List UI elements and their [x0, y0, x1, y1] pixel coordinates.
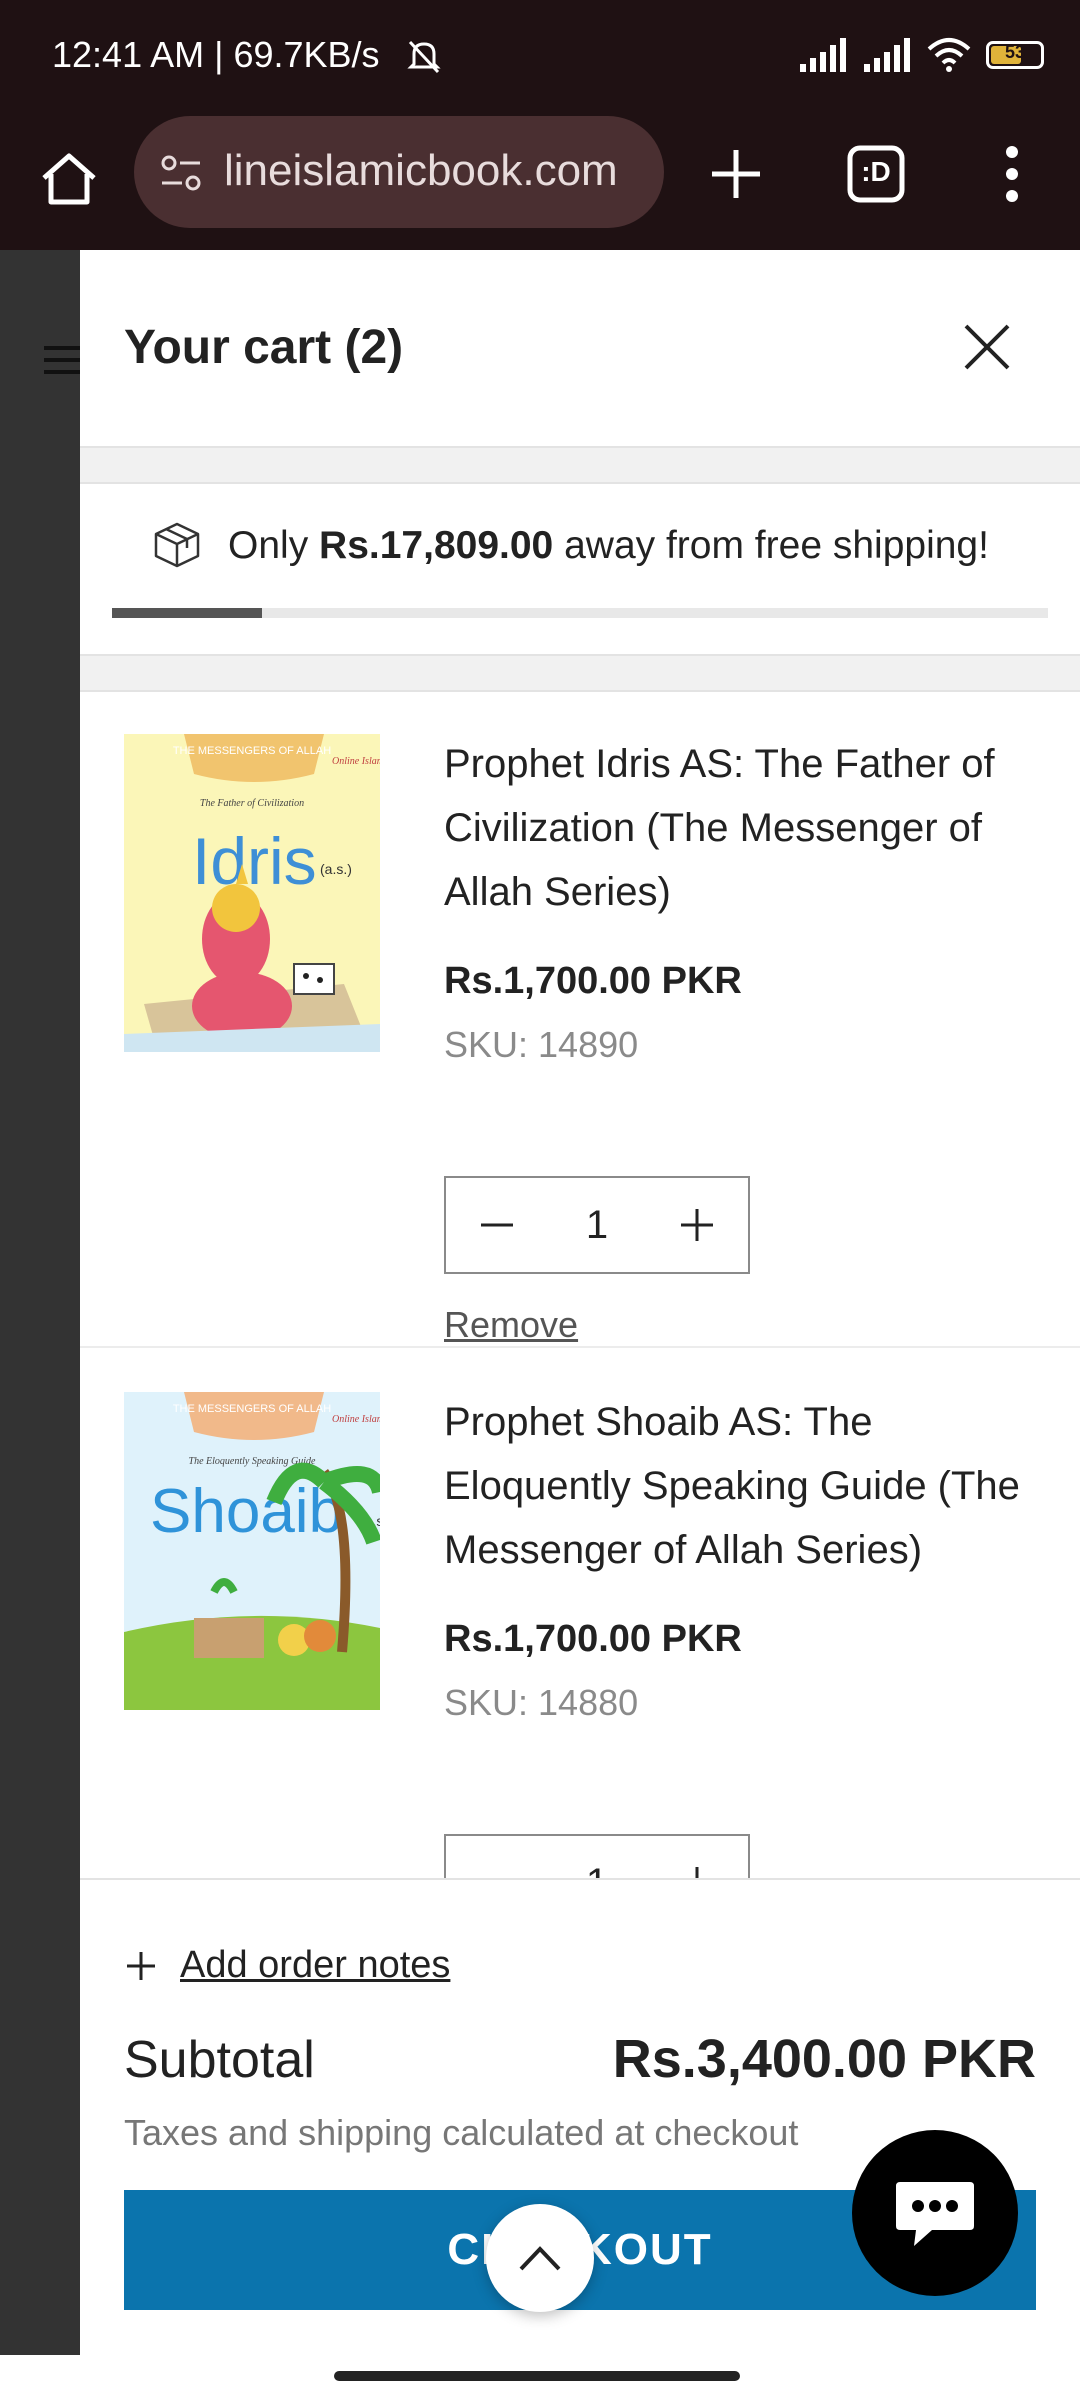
cover-series-text: THE MESSENGERS OF ALLAH — [173, 745, 331, 757]
shipping-suffix: away from free shipping! — [564, 524, 989, 567]
home-indicator[interactable] — [334, 2371, 740, 2381]
cart-item: THE MESSENGERS OF ALLAH The Father of Ci… — [80, 690, 1080, 1348]
site-info-icon[interactable] — [158, 150, 204, 196]
quantity-decrease-button[interactable] — [446, 1177, 548, 1273]
tax-note: Taxes and shipping calculated at checkou… — [124, 2112, 799, 2153]
url-text: lineislamicbook.com — [224, 146, 618, 195]
background-page-overlay[interactable] — [0, 250, 80, 2370]
product-sku: SKU: 14890 — [444, 1024, 639, 1065]
quantity-stepper: 1 — [444, 1176, 750, 1274]
box-icon — [154, 522, 200, 568]
minus-icon — [481, 1223, 513, 1227]
status-time: 12:41 AM | 69.7KB/s — [52, 34, 380, 75]
signal-icon — [864, 38, 910, 72]
battery-level: 53 — [1004, 42, 1026, 62]
product-title[interactable]: Prophet Idris AS: The Father of Civiliza… — [444, 732, 1054, 924]
chevron-up-icon — [519, 2246, 561, 2271]
add-order-notes-button[interactable]: Add order notes — [124, 1944, 450, 1987]
plus-icon — [681, 1209, 713, 1241]
tab-count: :D — [861, 156, 891, 187]
product-price: Rs.1,700.00 PKR — [444, 1618, 742, 1660]
cover-series-text: THE MESSENGERS OF ALLAH — [173, 1403, 331, 1415]
more-vert-icon[interactable] — [980, 138, 1044, 210]
quantity-value[interactable]: 1 — [548, 1203, 646, 1248]
product-image[interactable]: THE MESSENGERS OF ALLAH The Father of Ci… — [124, 734, 380, 1052]
cover-title-text: Idris — [192, 824, 317, 898]
product-sku: SKU: 14880 — [444, 1682, 639, 1723]
shipping-progress-fill — [112, 608, 262, 618]
chat-button[interactable] — [852, 2130, 1018, 2296]
shipping-amount: Rs.17,809.00 — [319, 524, 554, 567]
cart-header: Your cart (2) — [80, 250, 1080, 446]
shipping-prefix: Only — [228, 524, 309, 567]
close-icon[interactable] — [956, 316, 1018, 378]
divider-band — [80, 446, 1080, 484]
plus-icon[interactable] — [700, 138, 772, 210]
cover-subtitle-text: The Father of Civilization — [200, 798, 304, 809]
subtotal-value: Rs.3,400.00 PKR — [612, 2029, 1036, 2089]
cart-title: Your cart (2) — [124, 321, 404, 374]
add-order-notes-label: Add order notes — [180, 1944, 451, 1986]
background-menu-icon — [44, 338, 80, 382]
cover-badge-text: Online Islamic Book C — [332, 1414, 380, 1425]
cart-drawer: Your cart (2) Only Rs.17,809.00 away fro… — [80, 250, 1080, 2355]
product-title[interactable]: Prophet Shoaib AS: The Eloquently Speaki… — [444, 1390, 1054, 1582]
cover-suffix-text: (a.s.) — [320, 861, 352, 877]
cover-title-text: Shoaib — [150, 1477, 343, 1546]
plus-icon — [127, 1951, 155, 1980]
product-image[interactable]: THE MESSENGERS OF ALLAH The Eloquently S… — [124, 1392, 380, 1710]
home-icon[interactable] — [30, 140, 108, 218]
system-navigation-bar — [0, 2355, 1080, 2400]
tab-switcher-button[interactable]: :D — [840, 138, 912, 210]
remove-item-link[interactable]: Remove — [444, 1304, 578, 1346]
bell-muted-icon — [407, 40, 441, 74]
scroll-to-top-button[interactable] — [486, 2204, 594, 2312]
product-price: Rs.1,700.00 PKR — [444, 960, 742, 1002]
divider-band — [80, 654, 1080, 692]
free-shipping-text: Only Rs.17,809.00 away from free shippin… — [228, 524, 989, 568]
quantity-increase-button[interactable] — [646, 1177, 748, 1273]
wifi-icon — [927, 38, 971, 72]
cover-badge-text: Online Islamic Book C — [332, 756, 380, 767]
shipping-progress-bar — [112, 608, 1048, 618]
subtotal-label: Subtotal — [124, 2031, 315, 2089]
status-bar: 12:41 AM | 69.7KB/s 53 — [0, 0, 1080, 112]
address-bar[interactable]: lineislamicbook.com — [134, 116, 664, 228]
signal-icon — [800, 38, 846, 72]
battery-icon: 53 — [986, 41, 1044, 69]
status-indicators: 53 — [798, 30, 1044, 80]
free-shipping-notice: Only Rs.17,809.00 away from free shippin… — [80, 482, 1080, 654]
chat-icon — [896, 2182, 974, 2246]
browser-toolbar: lineislamicbook.com :D — [0, 112, 1080, 250]
